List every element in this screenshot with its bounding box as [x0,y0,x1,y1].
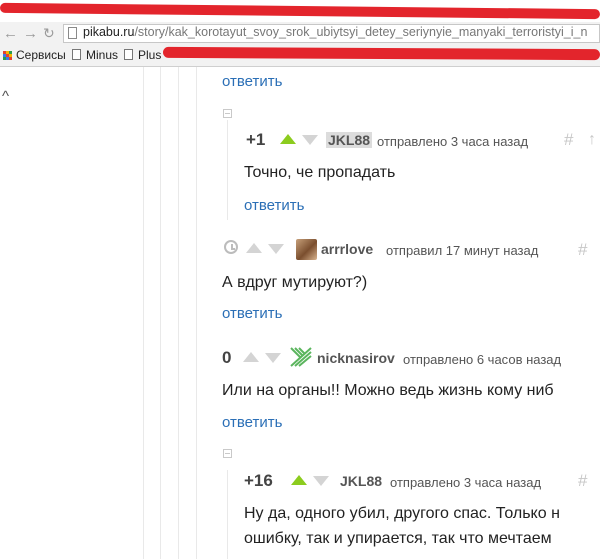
reply-link[interactable]: ответить [222,73,282,90]
collapse-box-icon[interactable] [223,109,232,118]
vote-up-icon[interactable] [246,243,262,253]
thread-line [227,120,228,220]
vote-down-icon[interactable] [268,244,284,254]
vote-up-icon[interactable] [291,475,307,485]
avatar[interactable] [289,346,313,368]
vote-down-icon[interactable] [265,353,281,363]
reply-link[interactable]: ответить [222,305,282,322]
avatar[interactable] [296,239,317,260]
comment-author[interactable]: nicknasirov [317,350,395,366]
bookmark-plus[interactable]: Plus [124,48,161,62]
hash-icon[interactable]: # [578,471,587,491]
url-path: /story/kak_korotayut_svoy_srok_ubiytsyi_… [134,25,588,39]
comment-rating: 0 [222,348,232,367]
page-icon [68,27,77,39]
apps-grid-icon[interactable] [3,51,12,60]
hash-icon[interactable]: # [578,240,587,260]
comment-text: Точно, че пропадать [244,164,396,181]
comment-text: А вдруг мутируют?) [222,274,368,291]
comment-author[interactable]: JKL88 [326,132,373,148]
vote-up-icon[interactable] [243,352,259,362]
thread-line [196,67,197,559]
url-host: pikabu.ru [83,25,135,39]
comment-meta: отправлено 3 часа назад [390,475,542,490]
vote-down-icon[interactable] [302,135,318,145]
thread-line [160,67,161,559]
comment-meta: отправил 17 минут назад [386,243,539,258]
forward-arrow-icon[interactable]: → [23,25,38,42]
comment-author[interactable]: JKL88 [340,473,382,489]
bookmark-page-icon [124,49,133,60]
thread-line [143,67,144,559]
bookmark-page-icon [72,49,81,60]
bookmark-plus-label: Plus [138,48,162,62]
comment-text: Ну да, одного убил, другого спас. Только… [244,505,560,522]
hash-icon[interactable]: ↑ [588,131,596,149]
comment-meta: отправлено 6 часов назад [403,352,562,367]
hash-icon[interactable]: # [564,130,573,150]
url-text[interactable]: pikabu.ru/story/kak_korotayut_svoy_srok_… [83,25,587,39]
comment-text: ошибку, так и упирается, так что мечтаем [244,530,552,547]
thread-line [178,67,179,559]
comment-rating: +16 [244,471,273,490]
reload-icon[interactable]: ↻ [43,25,55,42]
collapse-box-icon[interactable] [223,449,232,458]
bookmark-services[interactable]: Сервисы [16,48,66,62]
comment-rating: +1 [246,130,266,149]
collapse-caret-icon[interactable]: ^ [2,88,9,105]
bookmark-minus-label: Minus [86,48,119,62]
clock-icon [224,240,238,254]
comment-text: Или на органы!! Можно ведь жизнь кому ни… [222,382,554,399]
bookmark-minus[interactable]: Minus [72,48,118,62]
reply-link[interactable]: ответить [222,414,282,431]
vote-down-icon[interactable] [313,476,329,486]
redaction-scribble [162,46,600,61]
back-arrow-icon[interactable]: ← [3,25,18,42]
comment-author[interactable]: arrrlove [321,241,373,257]
thread-line [227,470,228,559]
vote-up-icon[interactable] [280,134,296,144]
comment-meta: отправлено 3 часа назад [377,134,529,149]
reply-link[interactable]: ответить [244,197,304,214]
